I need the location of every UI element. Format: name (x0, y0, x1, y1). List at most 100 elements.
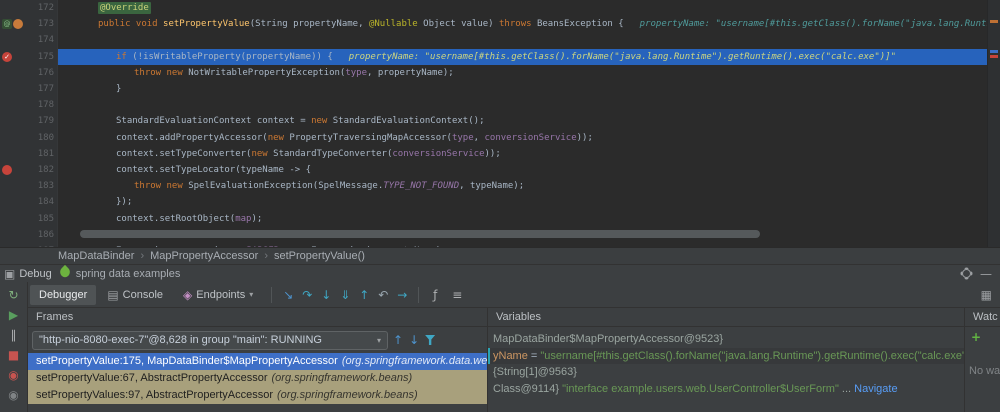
code-token: new (251, 148, 274, 159)
prev-frame-icon[interactable]: ↑ (393, 333, 403, 347)
vertical-scrollbar[interactable] (987, 0, 1000, 247)
line-number: 181 (37, 148, 54, 159)
horizontal-scrollbar[interactable] (80, 230, 760, 238)
debug-window-icon: ▣ (4, 266, 16, 281)
code-token: )); (484, 148, 501, 159)
frames-title: Frames (36, 311, 74, 323)
variable-row[interactable]: {String[1]@9563} (488, 364, 964, 381)
code-line: @173 public void setPropertyValue (String … (0, 16, 1000, 33)
line-number: 174 (37, 35, 54, 46)
evaluate-expression-icon[interactable]: ƒ (426, 286, 444, 304)
code-token: StandardEvaluationContext(); (332, 116, 485, 127)
run-to-cursor-icon[interactable]: → (393, 286, 411, 304)
annotation-icon[interactable]: @ (2, 19, 12, 30)
frames-toolbar: ↑ ↓ (393, 333, 436, 347)
code-line: 178 (0, 97, 1000, 114)
frame-location: setPropertyValue:175, MapDataBinder$MapP… (36, 355, 338, 367)
hide-library-frames-icon[interactable] (425, 335, 436, 345)
get-thread-dump-icon[interactable]: ≡ (448, 286, 466, 304)
editor-gutter: 182 (0, 161, 58, 179)
view-breakpoints-icon-glyph: ◉ (8, 368, 19, 382)
code-editor[interactable]: 172 @Override @173 public void setPropertyV… (0, 0, 1000, 247)
code-text: if (!isWritableProperty(propertyName)) {… (58, 48, 1000, 65)
hide-window-icon[interactable]: — (980, 267, 992, 281)
thread-row: "http-nio-8080-exec-7"@8,628 in group "m… (28, 327, 487, 353)
variable-row[interactable]: yName = "username[#this.getClass().forNa… (488, 347, 964, 364)
tab-label: Debugger (39, 288, 88, 301)
line-number: 182 (37, 164, 54, 175)
frame-row[interactable]: setPropertyValue:67, AbstractPropertyAcc… (28, 370, 487, 387)
code-line: 180 context.addPropertyAccessor(new Prope… (0, 129, 1000, 146)
breadcrumb-item[interactable]: setPropertyValue() (274, 250, 365, 262)
breadcrumb-item[interactable]: MapPropertyAccessor (150, 250, 258, 262)
code-token: @Override (98, 2, 151, 15)
step-over-icon[interactable]: ↷ (298, 286, 316, 304)
code-line: 181 context.setTypeConverter(new Standard… (0, 145, 1000, 162)
code-line: ✓ 175 if (!isWritableProperty(propertyName… (0, 48, 1000, 65)
variable-row[interactable]: MapDataBinder$MapPropertyAccessor@9523} (488, 331, 964, 348)
editor-gutter: 177 (0, 80, 58, 98)
code-token: , propertyName); (367, 67, 454, 78)
next-frame-icon[interactable]: ↓ (409, 333, 419, 347)
step-out-icon[interactable]: ↑ (355, 286, 373, 304)
variable-text: "interface example.users.web.UserControl… (562, 382, 839, 395)
breakpoint-verified-icon[interactable]: ✓ (2, 51, 12, 62)
editor-gutter: 185 (0, 210, 58, 227)
tab-console[interactable]: ▤ Console (98, 284, 172, 306)
step-into-icon[interactable]: ↓ (317, 286, 335, 304)
code-token: new (311, 116, 333, 127)
editor-gutter: 186 (0, 226, 58, 243)
scrollbar-breakpoint-mark (990, 55, 998, 58)
restore-layout-icon[interactable]: ▦ (981, 288, 992, 302)
variable-row[interactable]: Class@9114} "interface example.users.web… (488, 381, 964, 398)
add-watch-button[interactable]: + (965, 327, 1000, 343)
show-execution-point-icon-glyph: ↘ (283, 287, 294, 302)
watches-panel-header: Watches (965, 308, 1000, 327)
code-token: context.setRootObject( (116, 213, 236, 224)
navigate-link[interactable]: Navigate (854, 383, 897, 395)
editor-gutter: ✓ 175 (0, 48, 58, 65)
show-execution-point-icon[interactable]: ↘ (279, 286, 297, 304)
inline-debugger-hint: propertyName: "username[#this.getClass()… (348, 51, 897, 62)
settings-gear-icon[interactable] (962, 269, 971, 278)
thread-selector[interactable]: "http-nio-8080-exec-7"@8,628 in group "m… (32, 330, 388, 350)
breakpoint-icon[interactable] (2, 164, 12, 175)
get-thread-dump-icon-glyph: ≡ (452, 287, 463, 302)
variable-text: yName (493, 349, 528, 362)
marker-dot-icon[interactable] (13, 19, 23, 30)
variable-text: ... (838, 382, 855, 395)
mute-breakpoints-icon[interactable]: ◉ (5, 386, 23, 404)
code-text: context.setTypeLocator(typeName -> { (58, 162, 1000, 178)
code-token: SpelEvaluationException(SpelMessage. (188, 181, 384, 192)
stop-icon[interactable]: ■ (5, 346, 23, 364)
breadcrumb-separator: › (140, 250, 145, 262)
pause-icon[interactable]: ∥ (5, 326, 23, 344)
drop-frame-icon[interactable]: ↶ (374, 286, 392, 304)
rerun-icon[interactable]: ↻ (5, 286, 23, 304)
ide-window: 172 @Override @173 public void setPropertyV… (0, 0, 1000, 412)
breadcrumb: MapDataBinder › MapPropertyAccessor › setPro… (0, 247, 1000, 264)
code-line: 179 StandardEvaluationContext context = n… (0, 113, 1000, 130)
resume-icon[interactable]: ▶ (5, 306, 23, 324)
breadcrumb-item[interactable]: MapDataBinder (58, 250, 134, 262)
view-breakpoints-icon[interactable]: ◉ (5, 366, 23, 384)
code-text: throw new NotWritablePropertyException(t… (58, 65, 1000, 81)
code-line: 184}); (0, 194, 1000, 211)
frame-package: (org.springframework.data.web (341, 355, 487, 367)
tab-endpoints[interactable]: ◈ Endpoints ▾ (174, 284, 262, 306)
spring-leaf-icon (57, 264, 72, 280)
code-token: type (345, 67, 368, 78)
mute-breakpoints-icon-glyph: ◉ (8, 388, 19, 402)
line-number: 175 (37, 51, 54, 62)
debug-tabs: Debugger ▤ Console ◈ Endpoints ▾ (30, 284, 264, 306)
code-token: TYPE_NOT_FOUND (383, 181, 460, 192)
frame-row[interactable]: setPropertyValues:97, AbstractPropertyAc… (28, 387, 487, 404)
line-number: 185 (37, 213, 54, 224)
editor-lines[interactable]: 172 @Override @173 public void setPropertyV… (0, 0, 1000, 247)
tab-debugger[interactable]: Debugger (30, 284, 97, 305)
debugger-panels: Frames "http-nio-8080-exec-7"@8,628 in g… (28, 308, 1000, 412)
line-number: 173 (37, 19, 54, 30)
frame-row[interactable]: setPropertyValue:175, MapDataBinder$MapP… (28, 353, 487, 370)
extra-buttons: ƒ ≡ (426, 286, 466, 304)
force-step-into-icon[interactable]: ⇓ (336, 286, 354, 304)
